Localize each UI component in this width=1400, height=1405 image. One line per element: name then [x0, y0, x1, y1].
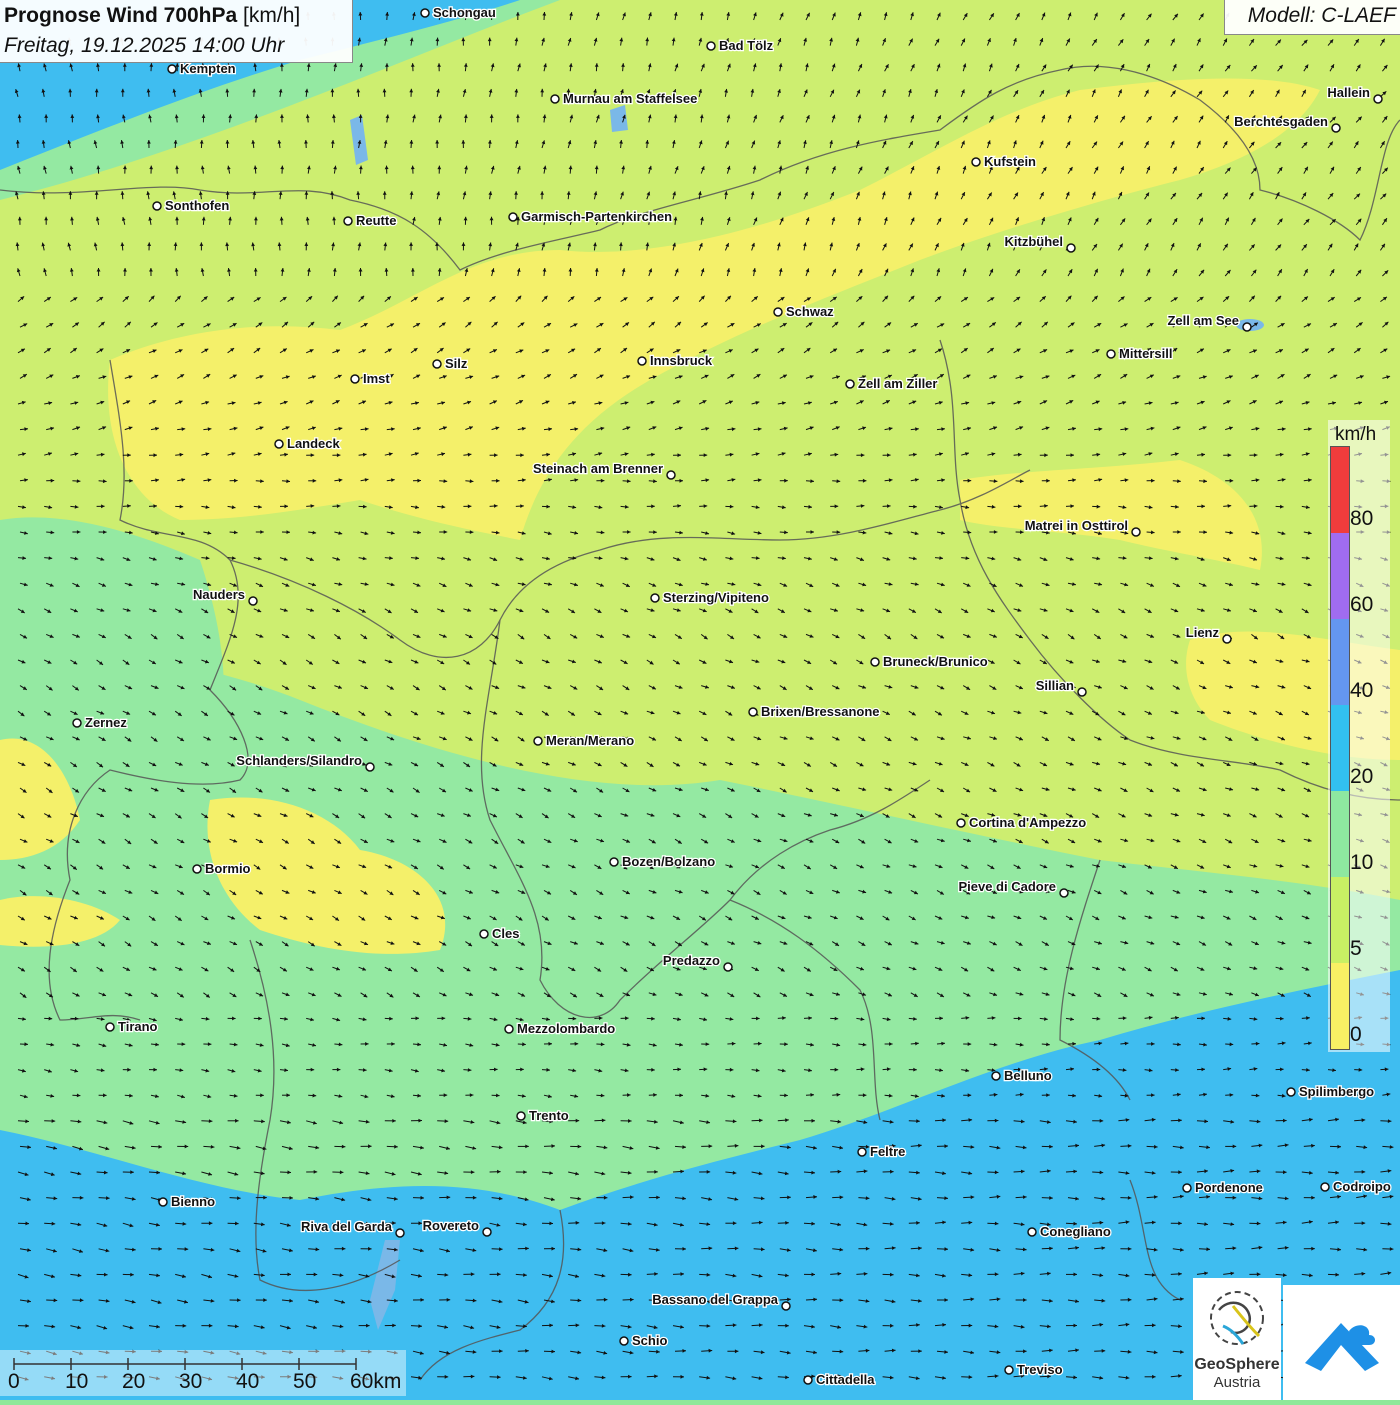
wind-map[interactable]: SchongauBad TölzKemptenHalleinMurnau am … [0, 0, 1400, 1400]
